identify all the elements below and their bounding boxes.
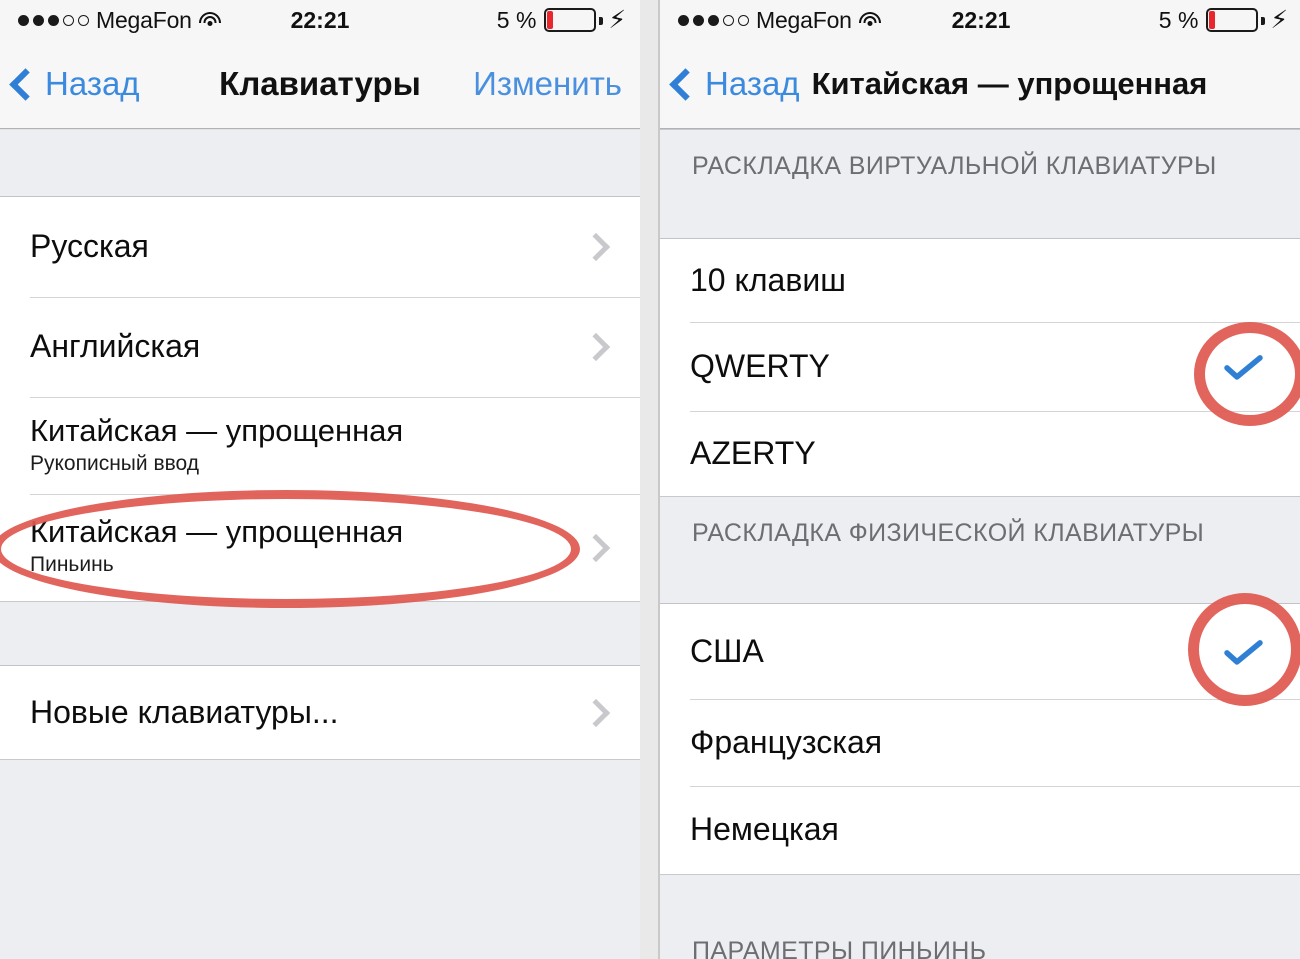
battery-icon [1206, 8, 1266, 32]
left-screen: MegaFon 22:21 5 % ⚡ Назад Клавиатуры Изм… [0, 0, 642, 959]
list-item-title: Китайская — упрощенная [30, 413, 404, 448]
left-group-gap-middle [0, 601, 640, 666]
right-screen: MegaFon 22:21 5 % ⚡ Назад Китайская — уп… [658, 0, 1300, 959]
status-bar-left: MegaFon 22:21 5 % ⚡ [0, 0, 640, 40]
list-item-new-keyboards[interactable]: Новые клавиатуры... [0, 666, 640, 759]
battery-percent-label: 5 % [496, 6, 537, 33]
section-header-label: РАСКЛАДКА ФИЗИЧЕСКОЙ КЛАВИАТУРЫ [692, 519, 1205, 547]
list-item-subtitle: Рукописный ввод [30, 451, 200, 475]
chevron-right-icon [581, 698, 611, 727]
list-item-title: Немецкая [690, 811, 839, 848]
list-item-title: AZERTY [690, 434, 816, 471]
screens-divider [640, 0, 658, 959]
left-nav-bar: Назад Клавиатуры Изменить [0, 40, 640, 129]
checkmark-icon [1224, 354, 1264, 380]
status-bar-battery-group: 5 % ⚡ [1159, 0, 1288, 40]
left-new-keyboards-list: Новые клавиатуры... [0, 666, 640, 759]
list-item-title: Английская [30, 328, 201, 365]
list-item-title: QWERTY [690, 347, 830, 384]
battery-icon [544, 8, 604, 32]
section-header-pinyin-options: ПАРАМЕТРЫ ПИНЬИНЬ [660, 874, 1300, 959]
list-item-german[interactable]: Немецкая [660, 786, 1300, 874]
section-header-physical-keyboard-layout: РАСКЛАДКА ФИЗИЧЕСКОЙ КЛАВИАТУРЫ [660, 496, 1300, 604]
status-bar-battery-group: 5 % ⚡ [497, 0, 626, 40]
left-list-tail [0, 759, 640, 959]
status-bar-right: MegaFon 22:21 5 % ⚡ [660, 0, 1300, 40]
lightning-bolt-icon: ⚡ [1270, 5, 1288, 34]
list-item-title: Французская [690, 723, 883, 760]
list-item-azerty[interactable]: AZERTY [660, 411, 1300, 496]
edit-button[interactable]: Изменить [473, 65, 622, 103]
battery-percent-label: 5 % [1158, 6, 1199, 33]
lightning-bolt-icon: ⚡ [608, 5, 626, 34]
list-item-chinese-handwriting[interactable]: Китайская — упрощенная Рукописный ввод [0, 397, 640, 494]
list-item-usa[interactable]: США [660, 604, 1300, 699]
list-item-10-keys[interactable]: 10 клавиш [660, 239, 1300, 322]
virtual-keyboard-layout-list: 10 клавиш QWERTY AZERTY [660, 239, 1300, 496]
physical-keyboard-layout-list: США Французская Немецкая [660, 604, 1300, 874]
chevron-right-icon [581, 533, 611, 562]
list-item-title: Русская [30, 228, 149, 265]
left-group-gap-top [0, 129, 640, 197]
back-button-label: Назад [705, 65, 800, 102]
section-header-label: ПАРАМЕТРЫ ПИНЬИНЬ [692, 937, 987, 959]
list-item-title: Новые клавиатуры... [30, 693, 339, 730]
list-item-chinese-pinyin[interactable]: Китайская — упрощенная Пиньинь [0, 494, 640, 601]
list-item-title: Китайская — упрощенная [30, 514, 404, 549]
list-item-qwerty[interactable]: QWERTY [660, 322, 1300, 411]
chevron-left-icon [669, 67, 702, 101]
list-item-french[interactable]: Французская [660, 699, 1300, 786]
chevron-right-icon [581, 332, 611, 362]
list-item-russian[interactable]: Русская [0, 197, 640, 297]
right-page-title: Китайская — упрощенная [811, 66, 1208, 101]
back-button-right[interactable]: Назад [669, 65, 800, 103]
chevron-right-icon [581, 232, 611, 262]
checkmark-icon [1224, 639, 1264, 665]
right-nav-bar: Назад Китайская — упрощенная [660, 40, 1300, 129]
list-item-subtitle: Пиньинь [30, 552, 114, 576]
list-item-english[interactable]: Английская [0, 297, 640, 397]
section-header-label: РАСКЛАДКА ВИРТУАЛЬНОЙ КЛАВИАТУРЫ [692, 152, 1217, 180]
section-header-virtual-keyboard-layout: РАСКЛАДКА ВИРТУАЛЬНОЙ КЛАВИАТУРЫ [660, 129, 1300, 239]
left-keyboard-list: Русская Английская Китайская — упрощенна… [0, 197, 640, 601]
list-item-title: США [690, 632, 764, 669]
list-item-title: 10 клавиш [690, 261, 846, 298]
